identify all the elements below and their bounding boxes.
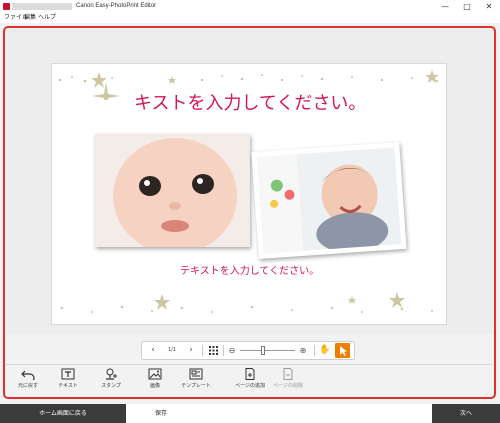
app-icon [3,3,10,10]
save-button[interactable]: 保存 [126,404,196,423]
menu-bar: ファイル 編集 ヘルプ [0,13,500,23]
return-home-button[interactable]: ホーム画面に戻る [0,404,126,423]
title-bar: Canon Easy-PhotoPrint Editor — □ ✕ [0,0,500,13]
menu-edit[interactable]: 編集 [24,13,36,23]
minimize-icon[interactable]: — [434,0,456,13]
menu-help[interactable]: ヘルプ [38,13,56,23]
app-window: Canon Easy-PhotoPrint Editor — □ ✕ ファイル … [0,0,500,423]
window-title: Canon Easy-PhotoPrint Editor [76,3,157,9]
next-button[interactable]: 次へ [432,404,500,423]
bottom-action-bar: ホーム画面に戻る 保存 次へ [0,404,500,423]
document-name-blurred [12,3,72,10]
highlight-frame [3,26,496,399]
maximize-icon[interactable]: □ [456,0,478,13]
close-icon[interactable]: ✕ [478,0,500,13]
